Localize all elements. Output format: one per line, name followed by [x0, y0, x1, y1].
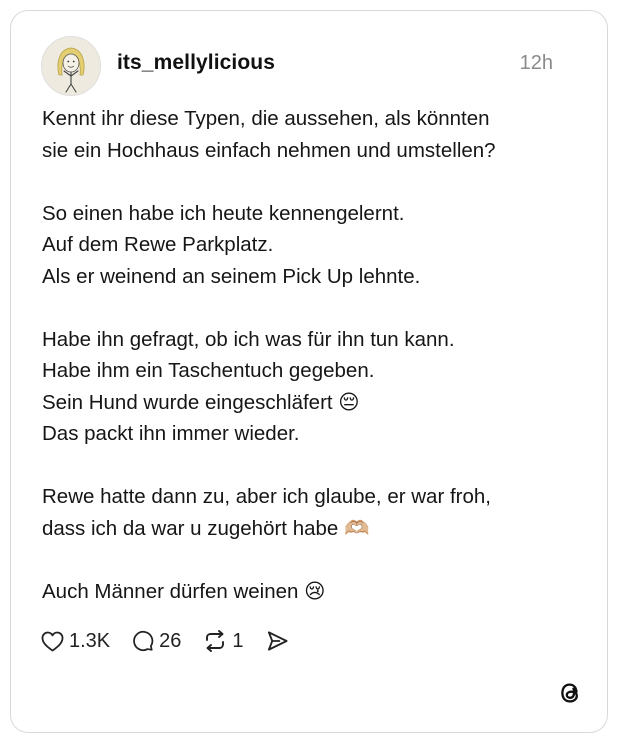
reply-button[interactable]: 26	[132, 630, 181, 653]
repost-count: 1	[232, 629, 244, 652]
post-line: So einen habe ich heute kennengelernt.	[42, 201, 405, 225]
post-line-blank	[42, 450, 582, 482]
like-count: 1.3K	[69, 629, 111, 652]
post-line: Habe ihm ein Taschentuch gegeben.	[42, 359, 375, 382]
reply-count: 26	[159, 629, 182, 652]
post-line: Das packt ihn immer wieder.	[42, 422, 300, 445]
post-line: sie ein Hochhaus einfach nehmen und umst…	[42, 138, 496, 162]
speech-bubble-icon	[132, 630, 154, 652]
send-icon	[266, 630, 289, 652]
username[interactable]: its_mellylicious	[117, 51, 275, 75]
repost-icon	[203, 630, 227, 652]
threads-logo-icon[interactable]	[557, 680, 583, 706]
post-line: Auf dem Rewe Parkplatz.	[42, 233, 274, 256]
post-line-blank	[42, 166, 582, 198]
post-text: Kennt ihr diese Typen, die aussehen, als…	[42, 103, 582, 607]
repost-button[interactable]: 1	[203, 629, 244, 653]
avatar[interactable]	[41, 36, 101, 96]
heart-icon	[41, 631, 64, 652]
post-line: Kennt ihr diese Typen, die aussehen, als…	[42, 107, 490, 130]
post-line: Auch Männer dürfen weinen 😢	[42, 579, 326, 603]
post-line: Rewe hatte dann zu, aber ich glaube, er …	[42, 485, 491, 508]
post-line: Als er weinend an seinem Pick Up lehnte.	[42, 264, 421, 288]
post-line: dass ich da war u zugehört habe 🫶🏼	[42, 516, 370, 540]
post-line: Sein Hund wurde eingeschläfert 😔	[42, 390, 360, 414]
threads-post-card: its_mellylicious 12h Kennt ihr diese Typ…	[10, 10, 608, 733]
avatar-drawing-icon	[42, 37, 100, 95]
post-line-blank	[42, 292, 582, 324]
post-line: Habe ihn gefragt, ob ich was für ihn tun…	[42, 327, 455, 351]
post-line-blank	[42, 544, 582, 576]
post-actions: 1.3K 26 1	[41, 626, 311, 656]
share-button[interactable]	[266, 630, 289, 652]
like-button[interactable]: 1.3K	[41, 630, 110, 653]
post-time: 12h	[519, 52, 553, 74]
